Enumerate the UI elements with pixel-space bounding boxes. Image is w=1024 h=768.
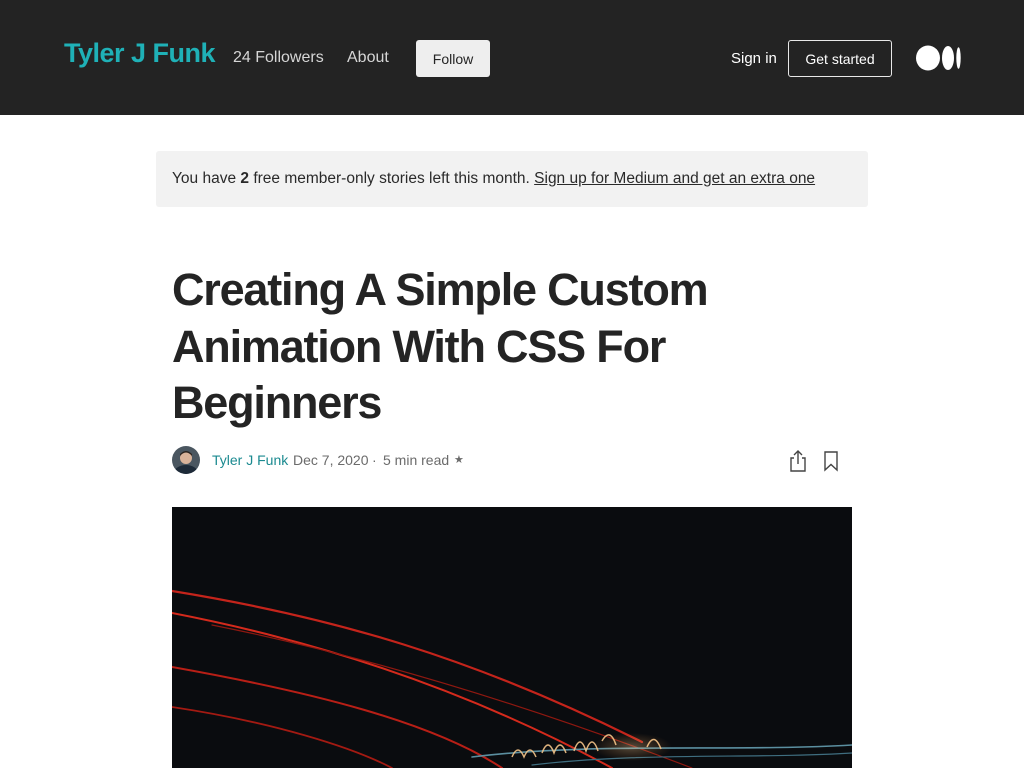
followers-link[interactable]: 24 Followers bbox=[233, 49, 324, 67]
author-avatar[interactable] bbox=[172, 446, 200, 474]
get-started-button[interactable]: Get started bbox=[788, 40, 892, 77]
member-stories-banner: You have 2 free member-only stories left… bbox=[156, 151, 868, 207]
follow-button[interactable]: Follow bbox=[416, 40, 490, 77]
bookmark-icon[interactable] bbox=[821, 450, 841, 472]
read-time: 5 min read bbox=[383, 452, 450, 468]
about-link[interactable]: About bbox=[347, 49, 389, 67]
article-hero-image bbox=[172, 507, 852, 768]
stories-left-count: 2 bbox=[240, 170, 250, 187]
signup-link[interactable]: Sign up for Medium and get an extra one bbox=[534, 170, 815, 187]
site-header: Tyler J Funk 24 Followers About Follow S… bbox=[0, 0, 1024, 115]
share-icon[interactable] bbox=[787, 449, 809, 473]
publication-brand-link[interactable]: Tyler J Funk bbox=[64, 38, 216, 69]
publish-date: Dec 7, 2020 bbox=[293, 452, 369, 468]
medium-logo-icon[interactable] bbox=[916, 45, 962, 71]
article-title: Creating A Simple Custom Animation With … bbox=[172, 264, 709, 428]
author-name-link[interactable]: Tyler J Funk bbox=[212, 452, 288, 468]
banner-text: You have 2 free member-only stories left… bbox=[172, 170, 816, 187]
member-star-icon: ★ bbox=[454, 454, 464, 466]
byline-separator: · bbox=[372, 452, 377, 468]
sign-in-link[interactable]: Sign in bbox=[731, 50, 777, 67]
